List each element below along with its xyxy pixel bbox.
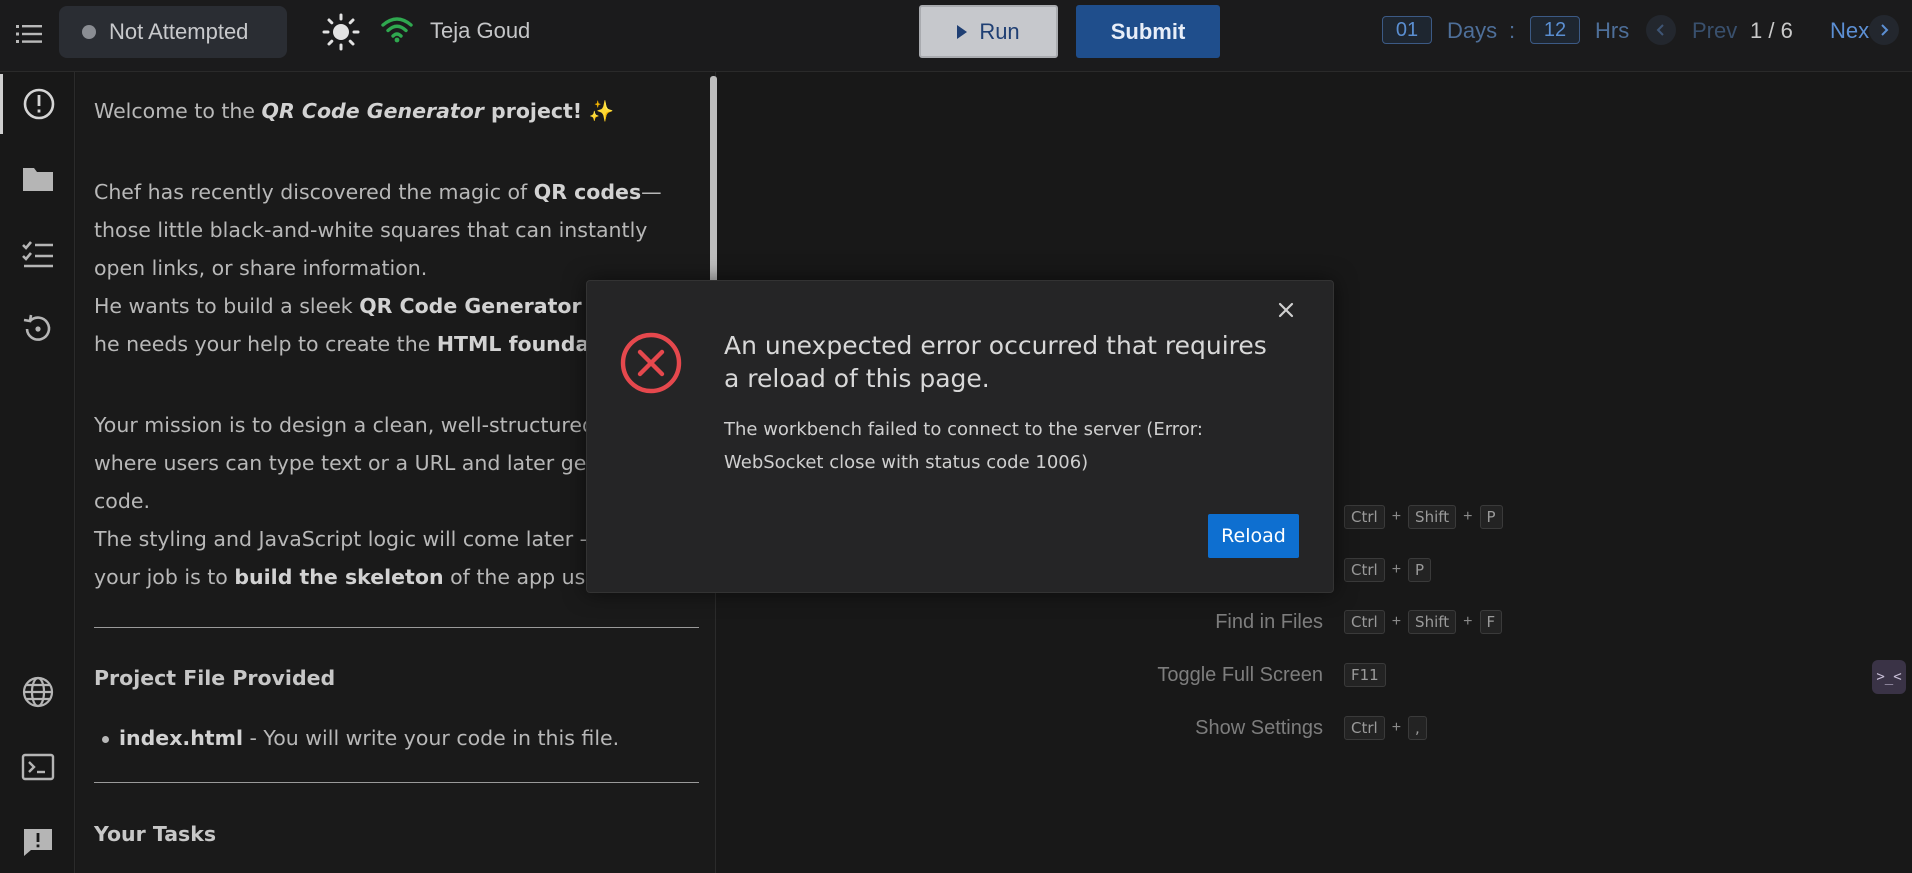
project-name: QR Code Generator (261, 99, 484, 123)
shortcut-keys: F11 (1344, 661, 1386, 689)
shortcut-row: Find in Files Ctrl + Shift + F (717, 608, 1912, 636)
activity-history[interactable] (0, 299, 75, 359)
keyboard-key: P (1479, 505, 1503, 529)
keyboard-key: Ctrl (1344, 505, 1385, 529)
user-name[interactable]: Teja Goud (430, 18, 530, 44)
divider (94, 782, 699, 783)
feedback-icon (23, 829, 52, 856)
key-separator: + (1463, 613, 1473, 630)
next-chevron-button[interactable] (1869, 15, 1899, 45)
submit-button[interactable]: Submit (1076, 5, 1220, 58)
keyboard-key: Shift (1408, 610, 1457, 634)
keyboard-key: P (1408, 558, 1432, 582)
status-text: Not Attempted (109, 19, 249, 44)
shortcut-row: Toggle Full Screen F11 (717, 661, 1912, 689)
submit-button-label: Submit (1110, 18, 1186, 44)
shortcut-keys: Ctrl + Shift + P (1344, 503, 1503, 531)
error-dialog: An unexpected error occurred that requir… (586, 280, 1334, 593)
list-menu-icon[interactable] (14, 19, 44, 49)
keyboard-key: , (1408, 716, 1427, 740)
globe-icon (22, 676, 53, 708)
play-icon (957, 24, 968, 39)
activity-feedback[interactable] (0, 812, 75, 872)
close-icon[interactable] (1270, 294, 1302, 326)
p1-text-a: Chef has recently discovered the magic o… (94, 180, 534, 204)
shortcut-keys: Ctrl + P (1344, 556, 1432, 584)
timer-days-value: 01 (1382, 16, 1432, 44)
wifi-connection-icon (381, 17, 413, 43)
activity-bar (0, 72, 75, 873)
p2-bold: build the skeleton (234, 565, 444, 589)
file-list-item: index.html - You will write your code in… (102, 719, 715, 757)
key-separator: + (1391, 613, 1402, 630)
bullet-icon (102, 735, 109, 743)
shortcut-keys: Ctrl + Shift + F (1344, 608, 1503, 636)
history-icon (23, 314, 50, 341)
status-dot-icon (82, 25, 96, 39)
intro-bold: project! (483, 99, 583, 123)
timer-hours-label: Hrs (1595, 18, 1630, 43)
section-title-your-tasks: Your Tasks (94, 822, 217, 846)
p1-text-d: he needs your help to create the (94, 332, 437, 356)
p2-line-1: Your mission is to design a clean, well-… (94, 413, 619, 437)
folder-icon (22, 168, 53, 191)
p2-line-4: The styling and JavaScript logic will co… (94, 527, 627, 551)
keyboard-key: Ctrl (1344, 610, 1385, 634)
activity-tasks[interactable] (0, 224, 75, 284)
run-button-label: Run (979, 18, 1020, 44)
keyboard-key: Ctrl (1344, 716, 1385, 740)
info-icon (23, 88, 55, 120)
keyboard-key: F (1479, 610, 1503, 634)
error-dialog-title: An unexpected error occurred that requir… (724, 331, 1267, 393)
key-separator: + (1391, 719, 1402, 736)
reload-button[interactable]: Reload (1208, 514, 1299, 558)
sparkles-icon: ✨ (588, 99, 615, 123)
key-separator: + (1391, 561, 1402, 578)
p2-line-5a: your job is to (94, 565, 235, 589)
divider (94, 627, 699, 628)
intro-line: Welcome to the QR Code Generator project… (94, 92, 715, 130)
keyboard-key: Ctrl (1344, 558, 1385, 582)
timer-days-label: Days (1447, 18, 1498, 43)
keyboard-key: Shift (1408, 505, 1457, 529)
p2-line-2: where users can type text or a URL and l… (94, 451, 621, 475)
p1-bold-a: QR codes (533, 180, 642, 204)
shortcut-label: Show Settings (1195, 717, 1323, 739)
error-circle-icon (620, 332, 682, 394)
shortcut-label: Toggle Full Screen (1157, 664, 1323, 686)
activity-problem-info[interactable] (0, 74, 75, 134)
timer-separator: : (1509, 18, 1516, 43)
shortcut-row: Show Settings Ctrl +, (717, 714, 1912, 742)
error-dialog-message: The workbench failed to connect to the s… (724, 419, 1203, 473)
key-separator: + (1463, 508, 1473, 525)
p1-text-c: He wants to build a sleek (94, 294, 360, 318)
side-panel-toggle-icon[interactable]: >_< (1872, 660, 1906, 694)
timer-hours-value: 12 (1530, 16, 1580, 44)
prev-chevron-button[interactable] (1646, 15, 1676, 45)
chevron-left-icon (1656, 24, 1664, 36)
activity-terminal[interactable] (0, 737, 75, 797)
key-separator: + (1391, 508, 1402, 525)
file-name: index.html (119, 726, 243, 750)
tasks-checklist-icon (21, 241, 53, 268)
p2-line-3: code. (94, 489, 150, 513)
attempt-status-badge: Not Attempted (59, 6, 287, 58)
section-title-project-file: Project File Provided (94, 666, 336, 690)
activity-browser-preview[interactable] (0, 662, 75, 722)
keyboard-key: F11 (1344, 663, 1386, 687)
chevron-right-icon (1881, 24, 1889, 36)
shortcut-keys: Ctrl +, (1344, 714, 1427, 742)
top-bar: Not Attempted Teja Goud Run Submit 01 Da… (0, 0, 1912, 72)
shortcut-label: Find in Files (1215, 611, 1323, 633)
question-position: 1 / 6 (1750, 18, 1793, 43)
theme-toggle-sun-icon[interactable] (322, 13, 360, 51)
intro-text: Welcome to the (94, 99, 262, 123)
prev-button[interactable]: Prev (1692, 18, 1737, 44)
run-button[interactable]: Run (919, 5, 1058, 58)
file-description: - You will write your code in this file. (243, 726, 620, 750)
terminal-icon (21, 753, 54, 781)
activity-explorer[interactable] (0, 149, 75, 209)
